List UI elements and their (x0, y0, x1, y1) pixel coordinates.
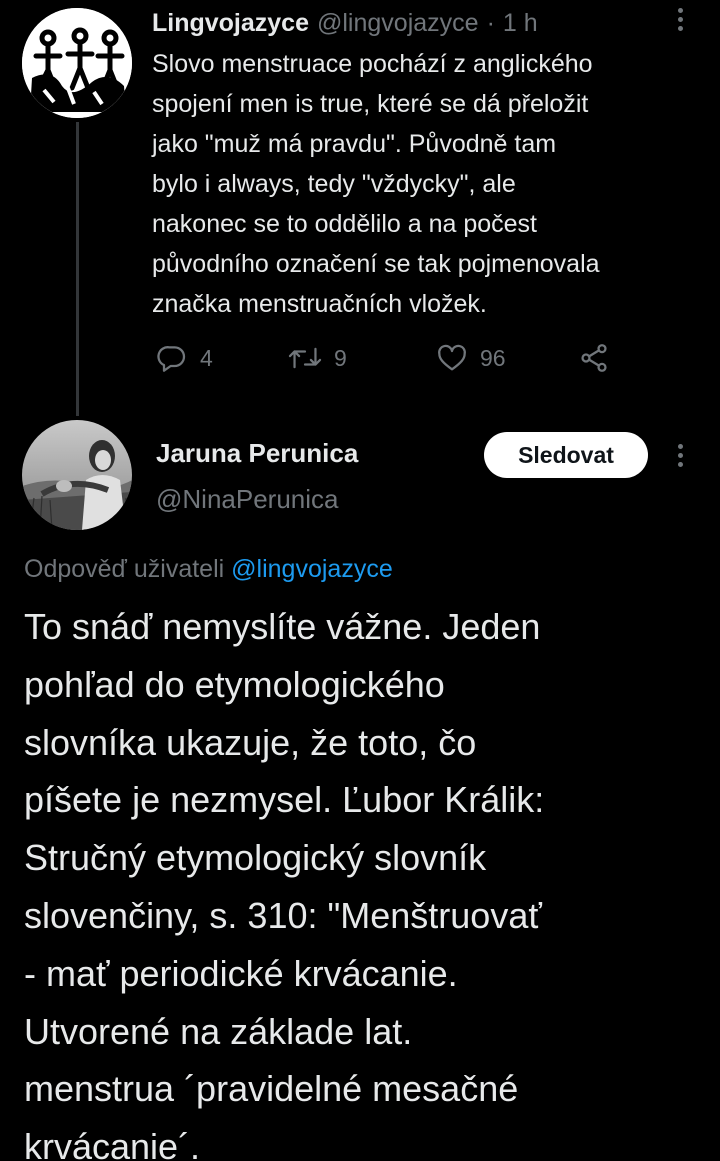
tweet-text-line: spojení men is true, které se dá přeloži… (152, 90, 589, 118)
tweet-text-line: bylo i always, tedy "vždycky", ale (152, 170, 516, 198)
replying-to-label: Odpověď uživateli (24, 555, 225, 583)
tweet-actions: 4 9 96 (152, 338, 632, 378)
tweet-text-line: značka menstruačních vložek. (152, 290, 487, 318)
reply-text-line: slovníka ukazuje, že toto, čo (24, 721, 477, 763)
more-icon[interactable] (668, 440, 692, 470)
reply-text-line: píšete je nezmysel. Ľubor Králik: (24, 779, 545, 821)
original-tweet[interactable]: Lingvojazyce @lingvojazyce · 1 h Slovo m… (0, 0, 720, 416)
tweet-text-line: jako "muž má pravdu". Původně tam (152, 130, 557, 158)
tweet-thread: Lingvojazyce @lingvojazyce · 1 h Slovo m… (0, 0, 720, 1161)
reply-text-line: Stručný etymologický slovník (24, 837, 487, 879)
follow-button[interactable]: Sledovat (484, 432, 648, 478)
share-button[interactable] (578, 338, 610, 378)
author-name[interactable]: Lingvojazyce (152, 9, 309, 38)
more-icon[interactable] (668, 4, 692, 34)
like-count: 96 (480, 344, 506, 371)
separator-dot: · (486, 8, 495, 37)
reply-text: To snáď nemyslíte vážne. Jeden pohľad do… (24, 598, 714, 1161)
reply-text-line: - mať periodické krvácanie. (24, 952, 458, 994)
reply-text-line: Utvorené na základe lat. (24, 1010, 413, 1052)
tweet-header: Lingvojazyce @lingvojazyce · 1 h (152, 8, 538, 38)
retweet-icon (288, 347, 322, 369)
tweet-text-line: původního označení se tak pojmenovala (152, 250, 600, 278)
reply-text-line: krvácanie´. (24, 1126, 201, 1161)
thread-connector-line (76, 122, 79, 416)
replying-to: Odpověď uživateli @lingvojazyce (24, 555, 393, 584)
reply-text-line: slovenčiny, s. 310: "Menštruovať (24, 894, 542, 936)
reply-author-handle[interactable]: @NinaPerunica (156, 484, 338, 515)
tweet-text-line: Slovo menstruace pochází z anglického (152, 50, 593, 78)
retweet-count: 9 (334, 344, 347, 371)
retweet-button[interactable]: 9 (288, 338, 347, 378)
reply-text-line: pohľad do etymologického (24, 663, 445, 705)
share-icon (581, 344, 607, 372)
like-icon (438, 344, 466, 371)
reply-button[interactable]: 4 (156, 338, 213, 378)
tweet-text: Slovo menstruace pochází z anglického sp… (152, 44, 712, 324)
author-handle[interactable]: @lingvojazyce (317, 9, 479, 38)
like-button[interactable]: 96 (436, 338, 506, 378)
tweet-text-line: nakonec se to oddělilo a na počest (152, 210, 537, 238)
reply-text-line: To snáď nemyslíte vážne. Jeden (24, 606, 541, 647)
tweet-timestamp[interactable]: 1 h (503, 9, 538, 38)
reply-author-name[interactable]: Jaruna Perunica (156, 438, 358, 469)
reply-count: 4 (200, 344, 213, 371)
lingvojazyce-avatar[interactable] (22, 8, 132, 118)
reply-text-line: menstrua ´pravidelné mesačné (24, 1068, 519, 1110)
reply-icon (157, 346, 186, 372)
replying-to-mention[interactable]: @lingvojazyce (231, 555, 393, 583)
ninaperunica-avatar[interactable] (22, 420, 132, 530)
